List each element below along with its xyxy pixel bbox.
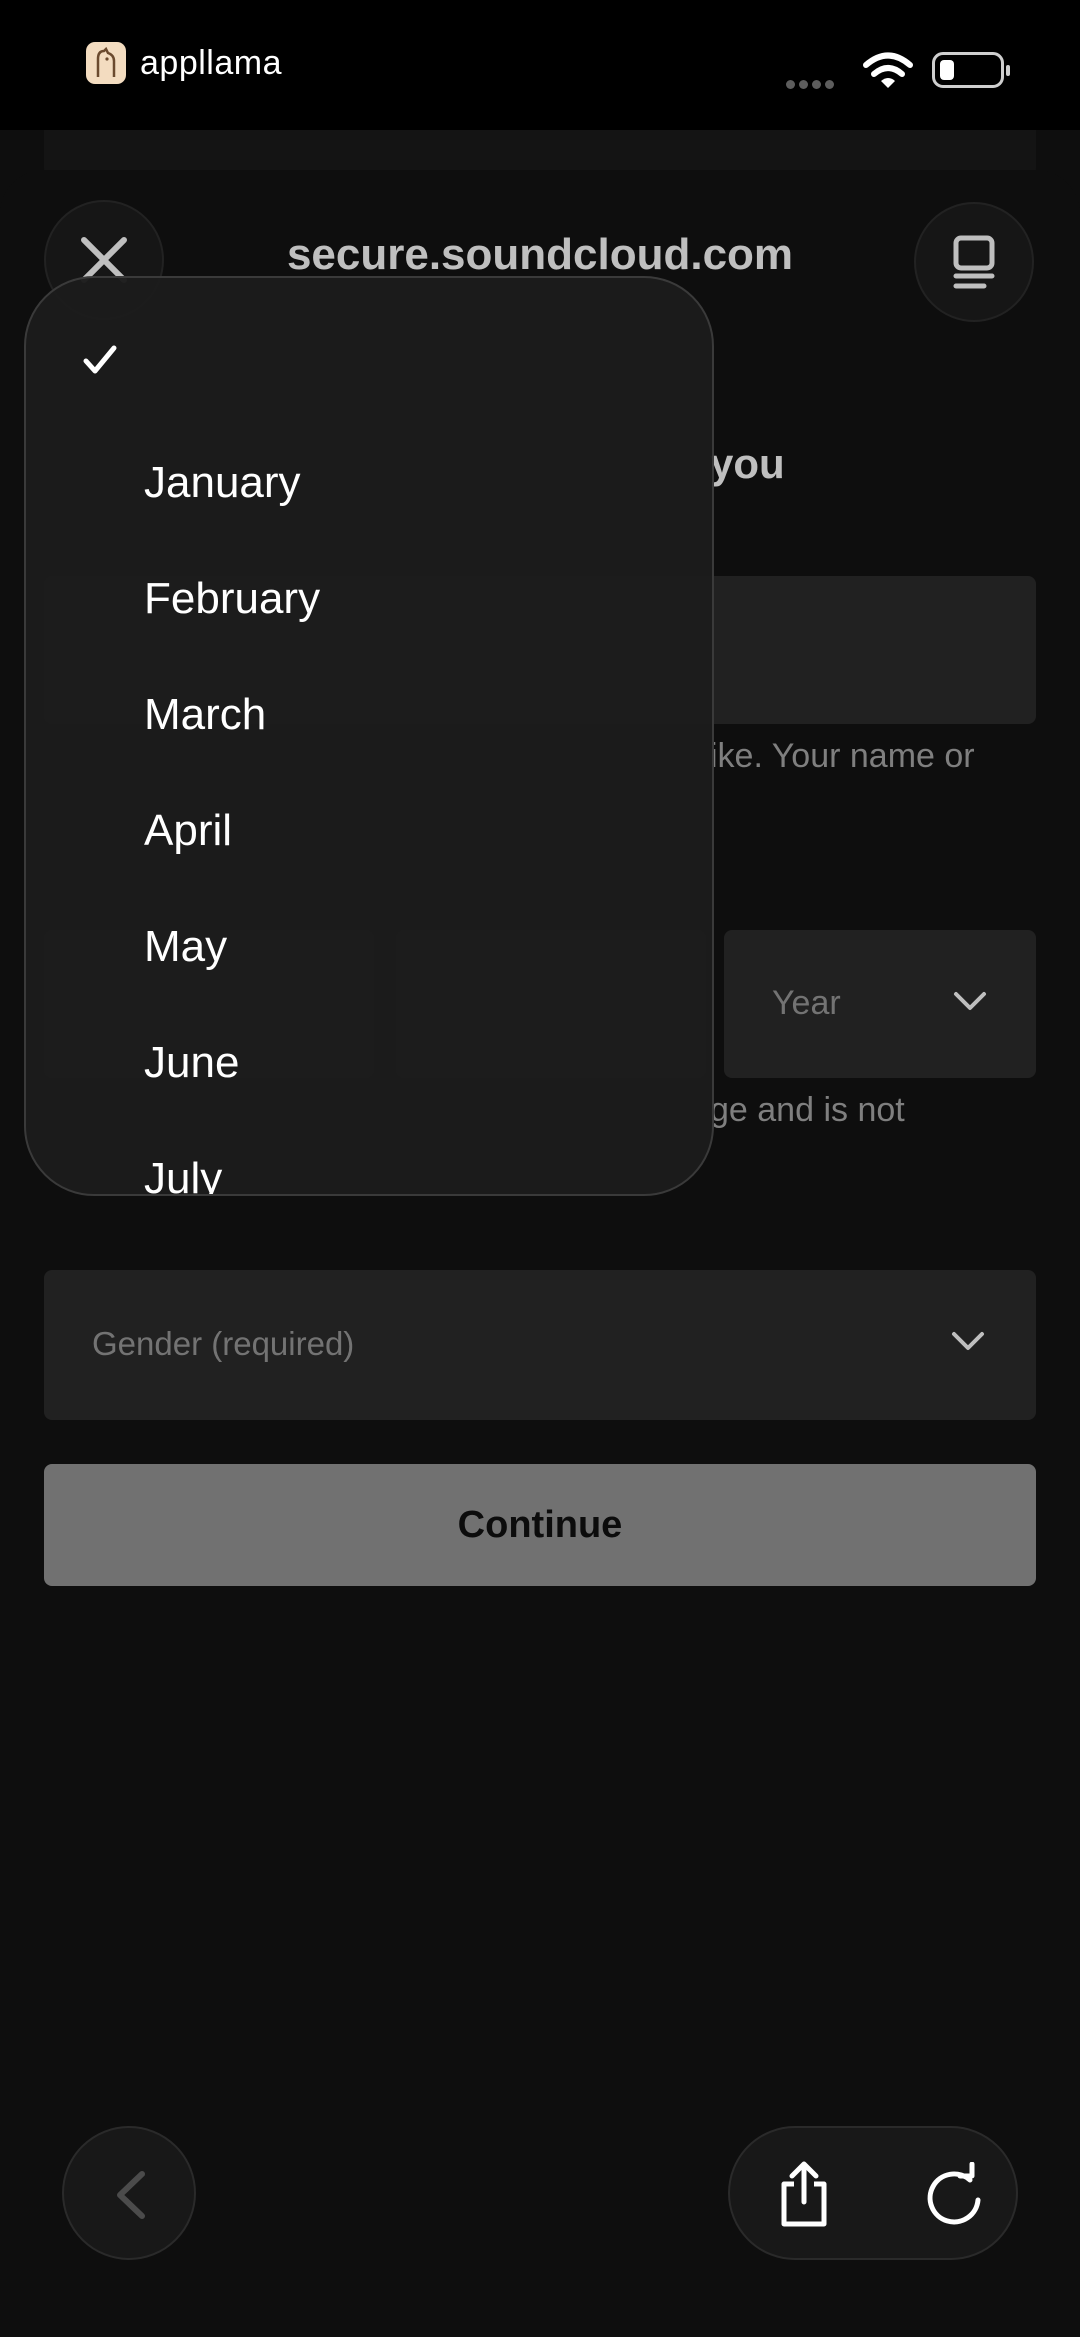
dropdown-option-february[interactable]: February — [144, 574, 320, 624]
app-name: appllama — [140, 44, 282, 82]
dropdown-option-may[interactable]: May — [144, 922, 227, 972]
signal-dots-icon — [786, 76, 838, 94]
dropdown-option-april[interactable]: April — [144, 806, 232, 856]
screen: appllama secure.soundcloud.com you ike. … — [0, 0, 1080, 2337]
wifi-icon — [863, 52, 913, 88]
dropdown-option-january[interactable]: January — [144, 458, 301, 508]
dropdown-option-march[interactable]: March — [144, 690, 266, 740]
share-icon[interactable] — [772, 2158, 836, 2230]
llama-icon — [86, 42, 126, 84]
toolbar-actions — [728, 2126, 1018, 2260]
battery-icon — [932, 52, 1010, 88]
dropdown-option-july[interactable]: July — [144, 1154, 222, 1194]
back-button[interactable] — [62, 2126, 196, 2260]
status-bar: appllama — [0, 0, 1080, 130]
reload-icon[interactable] — [922, 2162, 986, 2228]
dropdown-option-june[interactable]: June — [144, 1038, 239, 1088]
month-dropdown: January February March April May June Ju… — [24, 276, 714, 1196]
checkmark-icon — [83, 345, 117, 374]
chevron-left-icon — [117, 2171, 145, 2219]
